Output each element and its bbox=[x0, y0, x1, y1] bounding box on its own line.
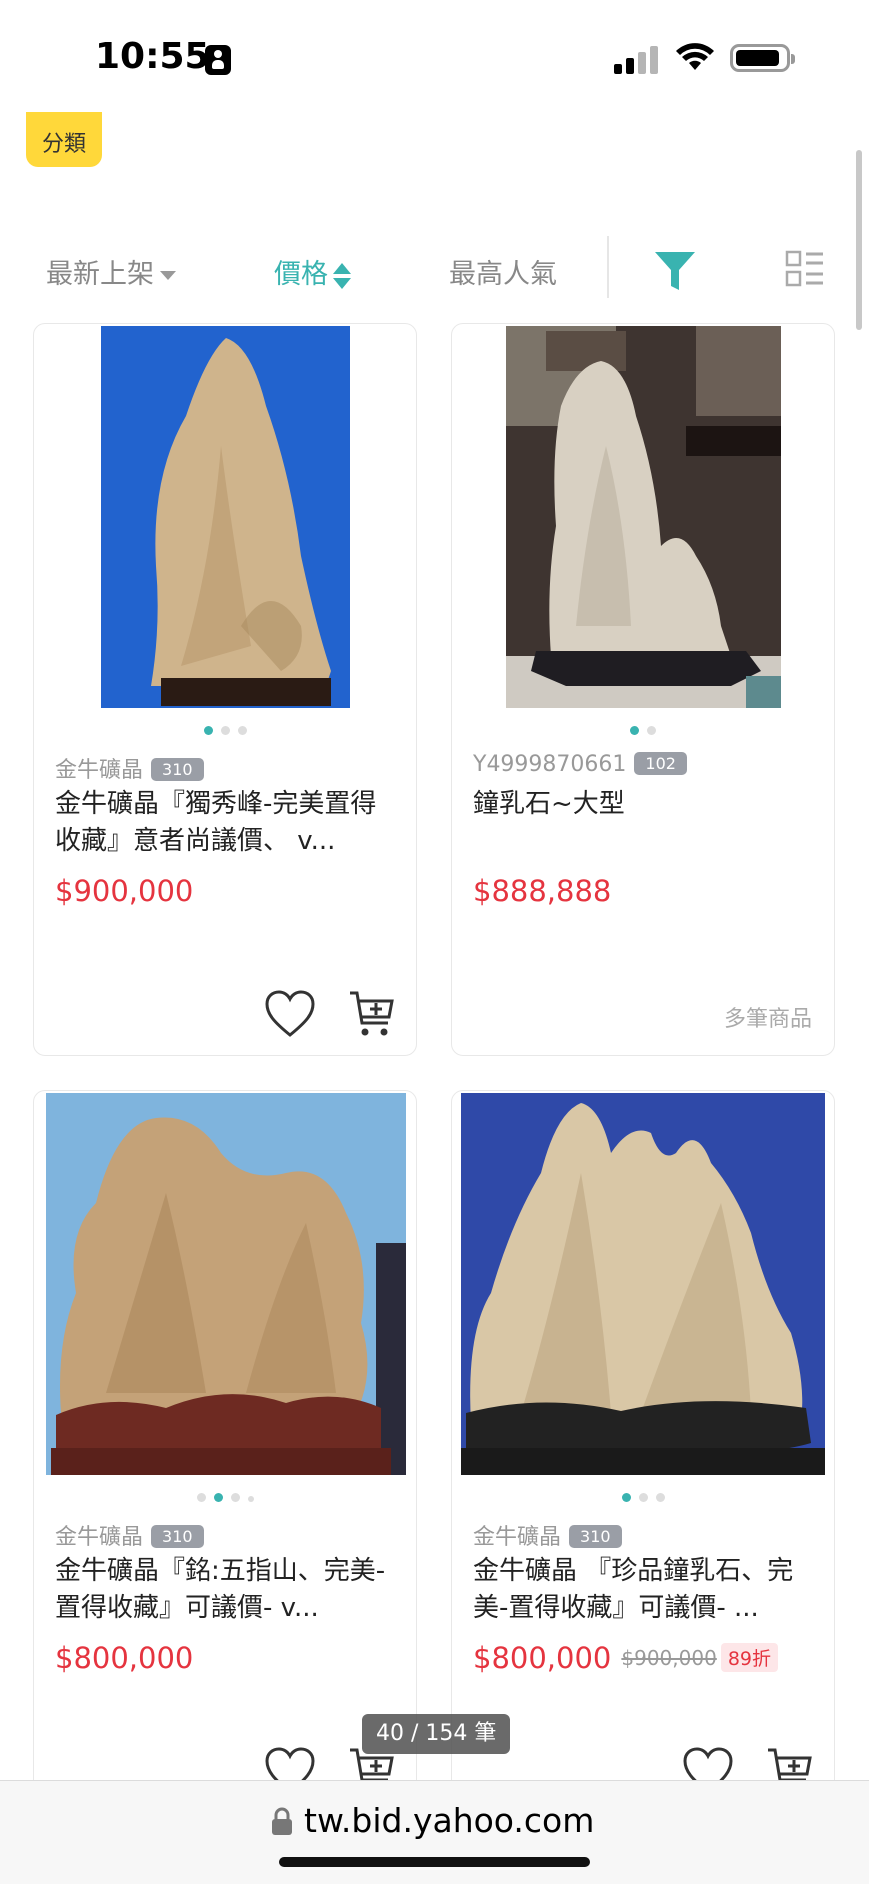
home-indicator[interactable] bbox=[279, 1857, 590, 1867]
page-counter: 40 / 154 筆 bbox=[362, 1714, 511, 1754]
product-title[interactable]: 金牛礦晶『銘:五指山、完美-置得收藏』可議價- v... bbox=[55, 1553, 400, 1627]
sort-price-label: 價格 bbox=[274, 259, 328, 290]
seller-name: Y4999870661 bbox=[473, 752, 627, 777]
sort-bar: 最新上架 價格 最高人氣 bbox=[0, 230, 869, 310]
list-view-icon[interactable] bbox=[785, 250, 825, 288]
status-time: 10:55 bbox=[95, 36, 210, 77]
product-image[interactable] bbox=[506, 326, 781, 708]
seller-info: 金牛礦晶 310 bbox=[473, 1519, 622, 1551]
seller-name: 金牛礦晶 bbox=[55, 758, 144, 783]
battery-icon bbox=[730, 44, 795, 72]
price-value: $800,000 bbox=[55, 1641, 194, 1675]
seller-name: 金牛礦晶 bbox=[55, 1525, 144, 1550]
url-domain[interactable]: tw.bid.yahoo.com bbox=[304, 1801, 594, 1840]
image-pagination bbox=[34, 1487, 416, 1506]
sort-newest-button[interactable]: 最新上架 bbox=[46, 252, 176, 291]
original-price: $900,000 bbox=[621, 1646, 717, 1670]
product-title[interactable]: 金牛礦晶 『珍品鐘乳石、完美-置得收藏』可議價- ... bbox=[473, 1553, 818, 1627]
add-to-cart-icon[interactable] bbox=[348, 989, 396, 1039]
seller-info: 金牛礦晶 310 bbox=[55, 752, 204, 784]
signal-icon bbox=[614, 44, 660, 74]
url-bar[interactable]: tw.bid.yahoo.com bbox=[0, 1780, 869, 1884]
category-label: 分類 bbox=[41, 132, 86, 157]
sort-popular-label: 最高人氣 bbox=[449, 259, 557, 290]
image-pagination bbox=[452, 720, 834, 739]
price-value: $800,000 bbox=[473, 1641, 612, 1675]
category-button[interactable]: 分類 bbox=[26, 112, 102, 167]
heart-icon[interactable] bbox=[264, 989, 316, 1039]
multi-item-label: 多筆商品 bbox=[723, 1007, 812, 1032]
rating-badge: 310 bbox=[151, 758, 204, 781]
sort-popular-button[interactable]: 最高人氣 bbox=[449, 252, 557, 291]
rating-badge: 310 bbox=[151, 1525, 204, 1548]
price-value: $900,000 bbox=[55, 874, 194, 908]
product-card[interactable]: Y4999870661 102 鐘乳石~大型 $888,888 多筆商品 bbox=[451, 323, 835, 1056]
product-price: $800,000 bbox=[55, 1641, 193, 1675]
person-icon bbox=[205, 45, 231, 75]
rating-badge: 310 bbox=[569, 1525, 622, 1548]
product-price: $888,888 bbox=[473, 874, 611, 908]
sort-newest-label: 最新上架 bbox=[46, 259, 154, 290]
image-pagination bbox=[34, 720, 416, 739]
divider bbox=[607, 236, 609, 298]
image-pagination bbox=[452, 1487, 834, 1506]
sort-updown-icon bbox=[333, 261, 351, 291]
rating-badge: 102 bbox=[634, 752, 687, 775]
status-bar: 10:55 bbox=[0, 0, 869, 120]
filter-icon[interactable] bbox=[653, 248, 697, 294]
lock-icon bbox=[272, 1807, 292, 1835]
product-title[interactable]: 金牛礦晶『獨秀峰-完美置得收藏』意者尚議價、 v... bbox=[55, 786, 400, 860]
scrollbar[interactable] bbox=[856, 150, 862, 330]
product-card[interactable]: 金牛礦晶 310 金牛礦晶 『珍品鐘乳石、完美-置得收藏』可議價- ... $80… bbox=[451, 1090, 835, 1810]
wifi-icon bbox=[676, 43, 714, 70]
seller-info: 金牛礦晶 310 bbox=[55, 1519, 204, 1551]
product-price: $800,000 $900,000 89折 bbox=[473, 1641, 778, 1675]
discount-badge: 89折 bbox=[720, 1643, 778, 1672]
sort-price-button[interactable]: 價格 bbox=[274, 252, 351, 291]
price-value: $888,888 bbox=[473, 874, 612, 908]
seller-name: 金牛礦晶 bbox=[473, 1525, 562, 1550]
product-title[interactable]: 鐘乳石~大型 bbox=[473, 786, 818, 860]
sort-desc-icon bbox=[160, 271, 176, 280]
product-image[interactable] bbox=[101, 326, 350, 708]
product-image[interactable] bbox=[46, 1093, 406, 1475]
product-card[interactable]: 金牛礦晶 310 金牛礦晶『獨秀峰-完美置得收藏』意者尚議價、 v... $900… bbox=[33, 323, 417, 1056]
product-card[interactable]: 金牛礦晶 310 金牛礦晶『銘:五指山、完美-置得收藏』可議價- v... $80… bbox=[33, 1090, 417, 1810]
seller-info: Y4999870661 102 bbox=[473, 752, 687, 777]
product-price: $900,000 bbox=[55, 874, 193, 908]
product-image[interactable] bbox=[461, 1093, 825, 1475]
